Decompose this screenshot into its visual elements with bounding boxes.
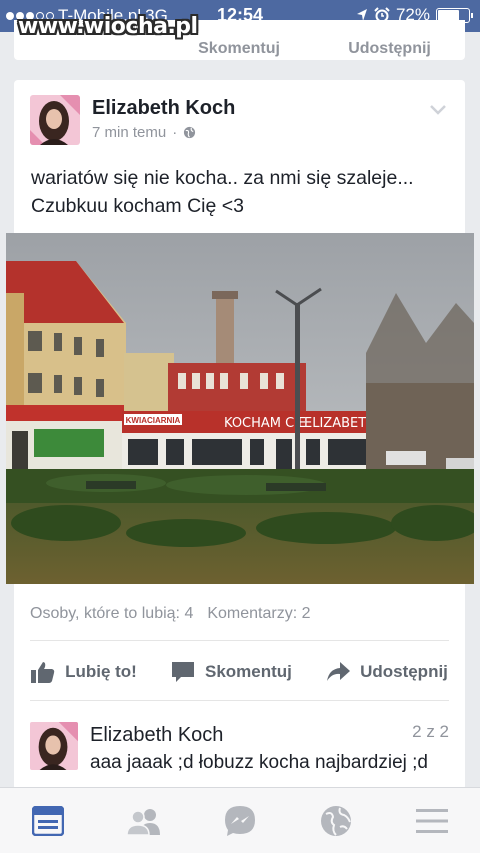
globe-icon [321, 805, 351, 836]
comment-icon [172, 662, 194, 682]
previous-comment-button[interactable]: Skomentuj [198, 40, 280, 58]
like-button[interactable]: Lubię to! [31, 661, 137, 683]
post-stats: Osoby, które to lubią: 4 Komentarzy: 2 [30, 605, 311, 623]
menu-icon [416, 808, 448, 833]
share-icon [327, 662, 351, 681]
post-actions: Lubię to! Skomentuj Udostępnij [14, 650, 465, 694]
likes-count[interactable]: Osoby, które to lubią: 4 [30, 605, 193, 623]
comment-item: Elizabeth Koch 2 z 2 aaa jaaak ;d łobuzz… [14, 710, 465, 790]
tab-news-feed[interactable] [18, 796, 78, 846]
shop-sign: KWIACIARNIA [126, 416, 181, 425]
chevron-down-icon[interactable] [429, 104, 447, 116]
friends-icon [126, 808, 160, 835]
comment-avatar[interactable] [30, 722, 78, 770]
comment-text: aaa jaaak ;d łobuzz kocha najbardziej ;d [90, 752, 429, 773]
like-label: Lubię to! [65, 662, 137, 681]
tab-friends[interactable] [114, 796, 174, 846]
divider [30, 700, 449, 701]
post-time[interactable]: 7 min temu [92, 124, 166, 141]
post-card: Elizabeth Koch 7 min temu · wariatów się… [6, 80, 474, 790]
post-photo[interactable]: KWIACIARNIA KOCHAM CIE ELIZABETH [6, 233, 474, 584]
comment-counter: 2 z 2 [412, 722, 449, 741]
post-text-line-2: Czubkuu kocham Cię <3 [31, 195, 244, 217]
globe-icon [184, 126, 196, 139]
tab-menu[interactable] [402, 796, 462, 846]
graffiti-text-2: ELIZABETH [304, 416, 376, 431]
divider [30, 640, 449, 641]
comment-author[interactable]: Elizabeth Koch [90, 724, 223, 747]
thumbs-up-icon [31, 662, 55, 683]
share-button[interactable]: Udostępnij [326, 661, 448, 683]
post-text-line-1: wariatów się nie kocha.. za nmi się szal… [31, 167, 414, 189]
tab-messenger[interactable] [210, 796, 270, 846]
author-avatar[interactable] [30, 95, 80, 145]
tab-bar [0, 787, 480, 853]
post-meta: 7 min temu · [92, 124, 196, 141]
comments-count[interactable]: Komentarzy: 2 [207, 605, 310, 623]
share-label: Udostępnij [360, 662, 448, 681]
comment-button[interactable]: Skomentuj [171, 661, 292, 683]
watermark: www.wiocha.pl [18, 14, 198, 39]
previous-post-actions: Skomentuj Udostępnij [14, 40, 465, 58]
comment-label: Skomentuj [205, 662, 292, 681]
previous-share-button[interactable]: Udostępnij [348, 40, 431, 58]
tab-notifications[interactable] [306, 796, 366, 846]
graffiti-text-1: KOCHAM CIE [224, 416, 306, 431]
post-author[interactable]: Elizabeth Koch [92, 97, 235, 120]
post-text: wariatów się nie kocha.. za nmi się szal… [31, 164, 451, 220]
messenger-icon [225, 805, 255, 836]
news-feed-icon [32, 805, 64, 836]
